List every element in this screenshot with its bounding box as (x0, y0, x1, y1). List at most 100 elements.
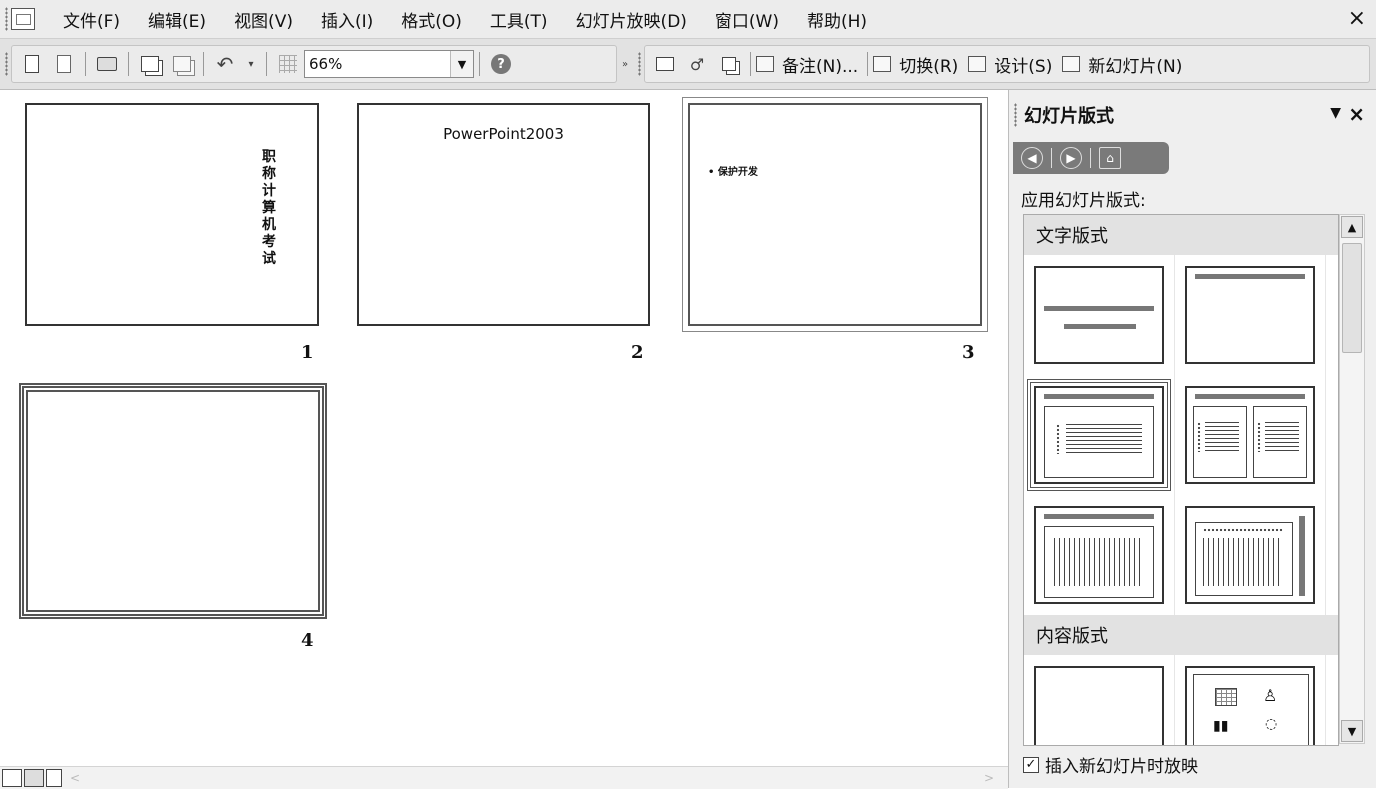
toolbar-grip[interactable] (5, 52, 8, 76)
toolbar-separator (266, 52, 267, 76)
layout-title-and-text[interactable] (1027, 379, 1171, 491)
slide-number-3: 3 (962, 342, 975, 363)
design-icon[interactable] (968, 56, 987, 72)
slide-number-2: 2 (631, 342, 644, 363)
menu-view[interactable]: 视图(V) (220, 7, 307, 32)
toolbar-grip[interactable] (638, 52, 641, 76)
layout-content[interactable]: ♙ ▮▮ ◌ (1185, 666, 1315, 745)
show-on-insert-option[interactable]: ✓ 插入新幻灯片时放映 (1023, 752, 1198, 777)
back-icon[interactable]: ◀ (1021, 147, 1043, 169)
standard-toolbar: ↶ ▾ 66% ▼ ? (11, 45, 617, 83)
menu-edit[interactable]: 编辑(E) (134, 7, 220, 32)
paste-icon[interactable] (169, 51, 195, 77)
scroll-left-icon[interactable]: < (70, 771, 80, 785)
normal-view-icon[interactable] (2, 769, 22, 787)
toolbar-separator (867, 52, 869, 76)
open-icon[interactable] (51, 51, 77, 77)
help-icon[interactable]: ? (488, 51, 514, 77)
menu-slideshow[interactable]: 幻灯片放映(D) (562, 7, 701, 32)
show-on-insert-label: 插入新幻灯片时放映 (1045, 757, 1198, 777)
nav-separator (1051, 148, 1052, 168)
toolbar-separator (85, 52, 86, 76)
slide-thumbnail-1[interactable]: 职称计算机考试 (25, 103, 319, 326)
layout-blank[interactable] (1034, 666, 1164, 745)
zoom-value: 66% (309, 55, 343, 73)
apply-layout-label: 应用幻灯片版式: (1021, 191, 1146, 211)
toolbar-separator (203, 52, 204, 76)
print-icon[interactable] (94, 51, 120, 77)
slide-sorter-view: 职称计算机考试 1 PowerPoint2003 2 • 保护开发 3 4 (0, 90, 1008, 766)
slide-number-1: 1 (301, 342, 314, 363)
toolbar-options-icon[interactable]: » (619, 51, 631, 77)
summary-slide-icon[interactable] (716, 51, 742, 77)
menu-window[interactable]: 窗口(W) (701, 7, 793, 32)
toolbar: ↶ ▾ 66% ▼ ? » ♂ 备注(N)... 切换(R) 设计(S) 新幻灯… (0, 39, 1376, 90)
menu-format[interactable]: 格式(O) (387, 7, 476, 32)
new-slide-icon[interactable] (1062, 56, 1081, 72)
slideshow-view-icon[interactable] (46, 769, 62, 787)
section-text-layouts: 文字版式 (1024, 215, 1338, 255)
scroll-up-icon[interactable]: ▲ (1341, 216, 1363, 238)
task-pane-grip[interactable] (1014, 103, 1017, 127)
undo-icon[interactable]: ↶ (212, 51, 238, 77)
document-icon[interactable] (11, 8, 35, 30)
chart-icon: ▮▮ (1213, 718, 1229, 734)
copy-icon[interactable] (137, 51, 163, 77)
home-icon[interactable]: ⌂ (1099, 147, 1121, 169)
show-on-insert-checkbox[interactable]: ✓ (1023, 756, 1039, 773)
task-pane-nav: ◀ ▶ ⌂ (1013, 142, 1169, 174)
new-slide-button[interactable]: 新幻灯片(N) (1088, 52, 1182, 77)
layout-scrollbar[interactable]: ▲ ▼ (1339, 214, 1365, 744)
chevron-down-icon[interactable]: ▼ (1330, 105, 1341, 121)
forward-icon[interactable]: ▶ (1060, 147, 1082, 169)
layout-title-slide[interactable] (1034, 266, 1164, 364)
menu-insert[interactable]: 插入(I) (307, 7, 387, 32)
close-icon[interactable]: × (1348, 102, 1365, 126)
transition-button[interactable]: 切换(R) (899, 52, 958, 77)
scroll-thumb[interactable] (1342, 243, 1362, 353)
slide-thumbnail-2[interactable]: PowerPoint2003 (357, 103, 650, 326)
slide-vertical-text: 职称计算机考试 (262, 149, 276, 267)
task-pane: 幻灯片版式 ▼ × ◀ ▶ ⌂ 应用幻灯片版式: 文字版式 内容版式 ♙ ▮▮ … (1008, 90, 1376, 788)
toolbar-separator (128, 52, 129, 76)
task-pane-title: 幻灯片版式 (1024, 106, 1114, 127)
transition-icon[interactable] (873, 56, 892, 72)
layout-two-column-text[interactable] (1185, 386, 1315, 484)
zoom-select[interactable]: 66% ▼ (304, 50, 474, 78)
slide-bullet-text: • 保护开发 (708, 167, 758, 178)
toolbar-separator (479, 52, 480, 76)
undo-dropdown-icon[interactable]: ▾ (244, 51, 258, 77)
menu-bar: 文件(F) 编辑(E) 视图(V) 插入(I) 格式(O) 工具(T) 幻灯片放… (0, 0, 1376, 39)
view-bar: < > (0, 766, 1008, 789)
layout-vertical-title-and-text[interactable] (1185, 506, 1315, 604)
chevron-down-icon[interactable]: ▼ (450, 51, 473, 77)
table-icon (1215, 688, 1237, 706)
close-icon[interactable]: × (1348, 6, 1366, 31)
new-icon[interactable] (19, 51, 45, 77)
diagram-icon: ◌ (1265, 716, 1278, 732)
toolbar-separator (750, 52, 751, 76)
nav-separator (1090, 148, 1091, 168)
slide-sorter-toolbar: ♂ 备注(N)... 切换(R) 设计(S) 新幻灯片(N) (644, 45, 1370, 83)
menu-grip[interactable] (5, 7, 8, 31)
menu-file[interactable]: 文件(F) (49, 7, 134, 32)
layout-list: 文字版式 内容版式 ♙ ▮▮ ◌ (1023, 214, 1339, 746)
notes-icon[interactable] (756, 56, 774, 72)
layout-vertical-text[interactable] (1034, 506, 1164, 604)
menu-help[interactable]: 帮助(H) (793, 7, 881, 32)
menu-tools[interactable]: 工具(T) (476, 7, 562, 32)
slide-sorter-view-icon[interactable] (24, 769, 44, 787)
slide-thumbnail-4[interactable] (19, 383, 327, 619)
design-button[interactable]: 设计(S) (994, 52, 1052, 77)
slide-number-4: 4 (301, 630, 314, 651)
scroll-right-icon[interactable]: > (984, 771, 994, 785)
slide-title: PowerPoint2003 (443, 125, 564, 143)
task-pane-header: 幻灯片版式 ▼ × (1009, 90, 1376, 140)
hide-slide-icon[interactable] (652, 51, 678, 77)
layout-title-only[interactable] (1185, 266, 1315, 364)
scroll-down-icon[interactable]: ▼ (1341, 720, 1363, 742)
slide-thumbnail-3[interactable]: • 保护开发 (682, 97, 988, 332)
notes-button[interactable]: 备注(N)... (782, 52, 858, 77)
rehearse-timings-icon[interactable]: ♂ (684, 51, 710, 77)
grid-icon[interactable] (275, 51, 301, 77)
